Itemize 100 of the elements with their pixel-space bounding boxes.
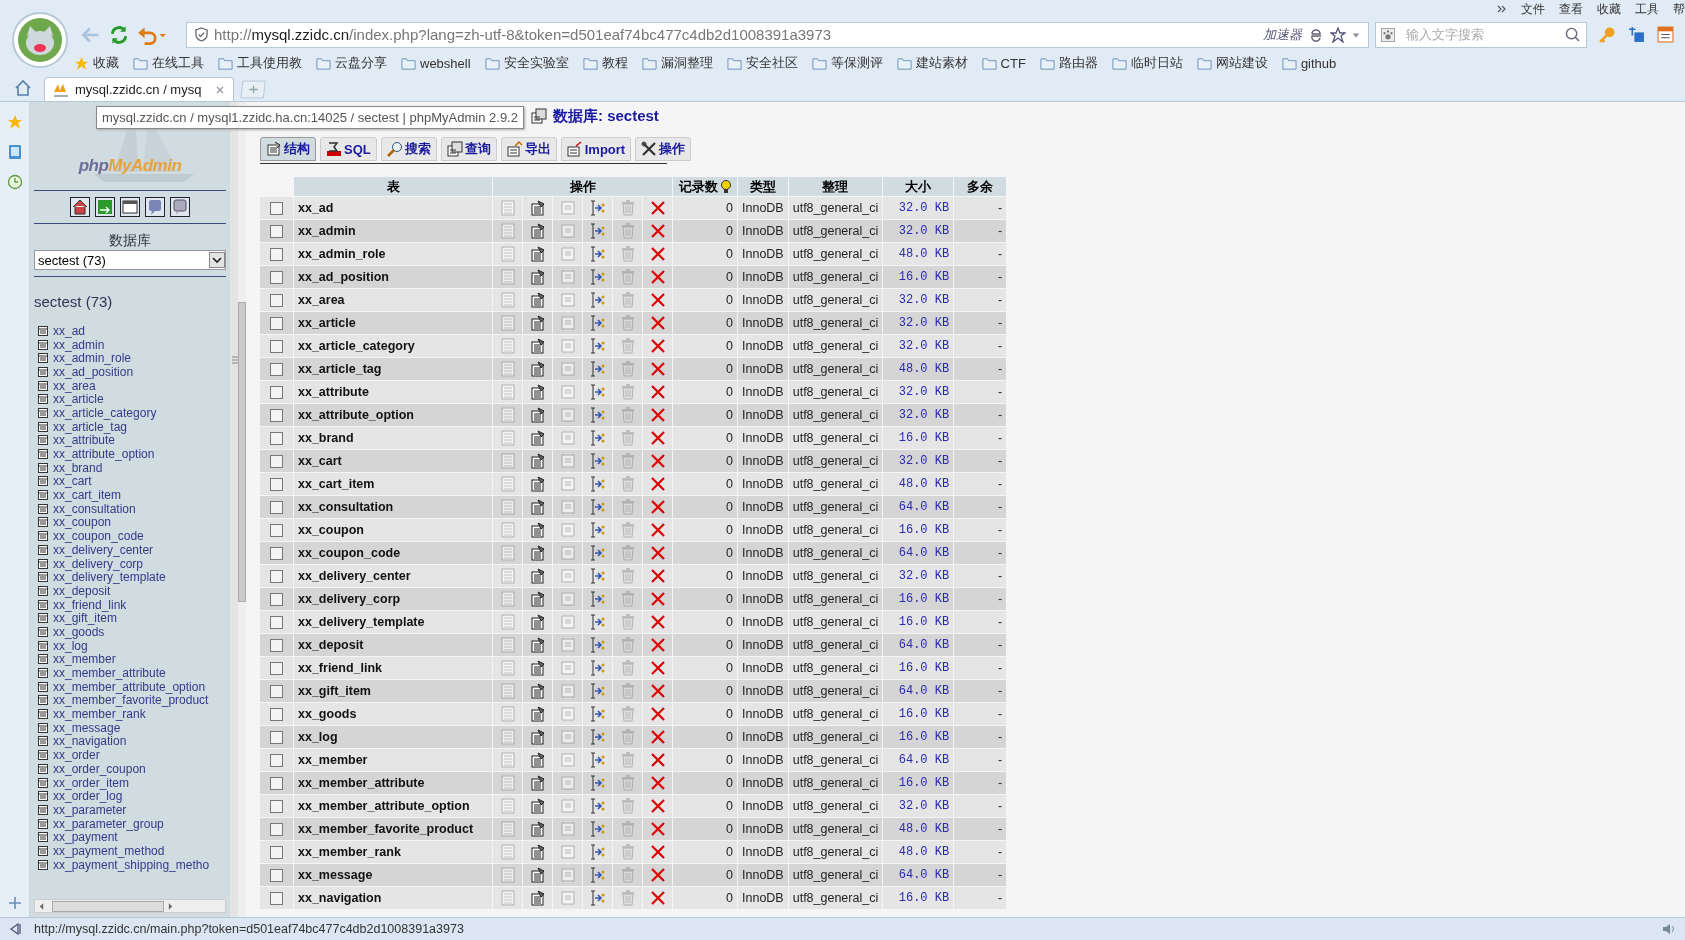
bookmark[interactable]: 云盘分享 [316,54,387,72]
delete-icon[interactable] [649,660,666,676]
structure-icon[interactable] [529,200,546,216]
ie-icon[interactable] [1308,26,1324,43]
insert-icon[interactable] [589,614,606,630]
structure-icon[interactable] [529,361,546,377]
delete-icon[interactable] [649,775,666,791]
insert-icon[interactable] [589,200,606,216]
insert-icon[interactable] [589,315,606,331]
delete-icon[interactable] [649,430,666,446]
structure-icon[interactable] [529,522,546,538]
plus-icon[interactable] [6,895,23,911]
delete-icon[interactable] [649,867,666,883]
bookmark[interactable]: CTF [981,55,1026,71]
table-link[interactable]: xx_navigation [53,734,127,749]
bookmark[interactable]: 教程 [582,54,628,72]
table-icon[interactable] [38,832,48,843]
row-checkbox[interactable] [270,892,283,906]
tab[interactable]: 查询 [440,137,497,161]
horizontal-scrollbar[interactable] [34,899,226,913]
help-icon[interactable] [145,197,165,217]
structure-icon[interactable] [529,821,546,837]
delete-icon[interactable] [649,269,666,285]
table-link[interactable]: xx_payment_shipping_metho [53,857,210,872]
insert-icon[interactable] [589,591,606,607]
row-checkbox[interactable] [270,455,283,469]
table-icon[interactable] [38,366,48,377]
table-icon[interactable] [38,394,48,405]
delete-icon[interactable] [649,200,666,216]
table-link[interactable]: xx_attribute [53,433,116,448]
structure-icon[interactable] [529,407,546,423]
table-link[interactable]: xx_parameter_group [53,816,164,831]
table-link[interactable]: xx_article [53,392,104,407]
grip-icon[interactable] [232,356,238,364]
row-checkbox[interactable] [270,800,283,814]
dropdown-icon[interactable] [209,252,225,268]
translate-icon[interactable] [1628,26,1645,43]
structure-icon[interactable] [529,499,546,515]
table-icon[interactable] [38,695,48,706]
row-checkbox[interactable] [270,731,283,745]
insert-icon[interactable] [589,637,606,653]
bookmark[interactable]: 建站素材 [896,54,968,72]
insert-icon[interactable] [589,775,606,791]
structure-icon[interactable] [529,315,546,331]
row-checkbox[interactable] [270,271,283,285]
row-checkbox[interactable] [270,639,283,653]
search-field[interactable]: 输入文字搜索 [1375,21,1587,48]
structure-icon[interactable] [529,545,546,561]
table-link[interactable]: xx_order_log [53,789,123,804]
bookmark[interactable]: 安全社区 [726,54,798,72]
browser-tab[interactable]: mysql.zzidc.cn / mysq [44,77,234,101]
structure-icon[interactable] [529,867,546,883]
row-checkbox[interactable] [270,317,283,331]
tablet-icon[interactable] [6,144,23,160]
structure-icon[interactable] [529,752,546,768]
table-name[interactable]: xx_admin [298,224,356,238]
table-icon[interactable] [38,818,48,829]
table-link[interactable]: xx_area [53,378,96,393]
table-link[interactable]: xx_log [53,638,88,653]
table-link[interactable]: xx_coupon [53,515,112,530]
row-checkbox[interactable] [270,547,283,561]
delete-icon[interactable] [649,292,666,308]
table-link[interactable]: xx_delivery_template [53,570,166,585]
row-checkbox[interactable] [270,248,283,262]
structure-icon[interactable] [529,890,546,906]
bookmark[interactable]: 在线工具 [133,54,204,72]
table-link[interactable]: xx_coupon_code [53,529,144,544]
table-icon[interactable] [38,517,48,528]
delete-icon[interactable] [649,453,666,469]
table-icon[interactable] [38,572,48,583]
insert-icon[interactable] [589,476,606,492]
structure-icon[interactable] [529,660,546,676]
delete-icon[interactable] [649,706,666,722]
structure-icon[interactable] [529,637,546,653]
row-checkbox[interactable] [270,225,283,239]
table-link[interactable]: xx_member [53,652,116,667]
insert-icon[interactable] [589,706,606,722]
table-icon[interactable] [38,544,48,555]
table-icon[interactable] [38,585,48,596]
delete-icon[interactable] [649,752,666,768]
query-window-icon[interactable] [170,197,190,217]
table-link[interactable]: xx_cart_item [53,488,122,503]
insert-icon[interactable] [589,844,606,860]
structure-icon[interactable] [529,246,546,262]
bookmark[interactable]: webshell [401,55,471,71]
structure-icon[interactable] [529,292,546,308]
insert-icon[interactable] [589,384,606,400]
menu-item[interactable]: 文件 [1521,0,1545,18]
table-link[interactable]: xx_consultation [53,501,136,516]
table-icon[interactable] [38,791,48,802]
table-icon[interactable] [38,476,48,487]
insert-icon[interactable] [589,246,606,262]
delete-icon[interactable] [649,890,666,906]
table-link[interactable]: xx_payment_method [53,843,165,858]
insert-icon[interactable] [589,821,606,837]
delete-icon[interactable] [649,246,666,262]
tab[interactable]: Import [560,137,632,161]
row-checkbox[interactable] [270,593,283,607]
delete-icon[interactable] [649,407,666,423]
insert-icon[interactable] [589,499,606,515]
